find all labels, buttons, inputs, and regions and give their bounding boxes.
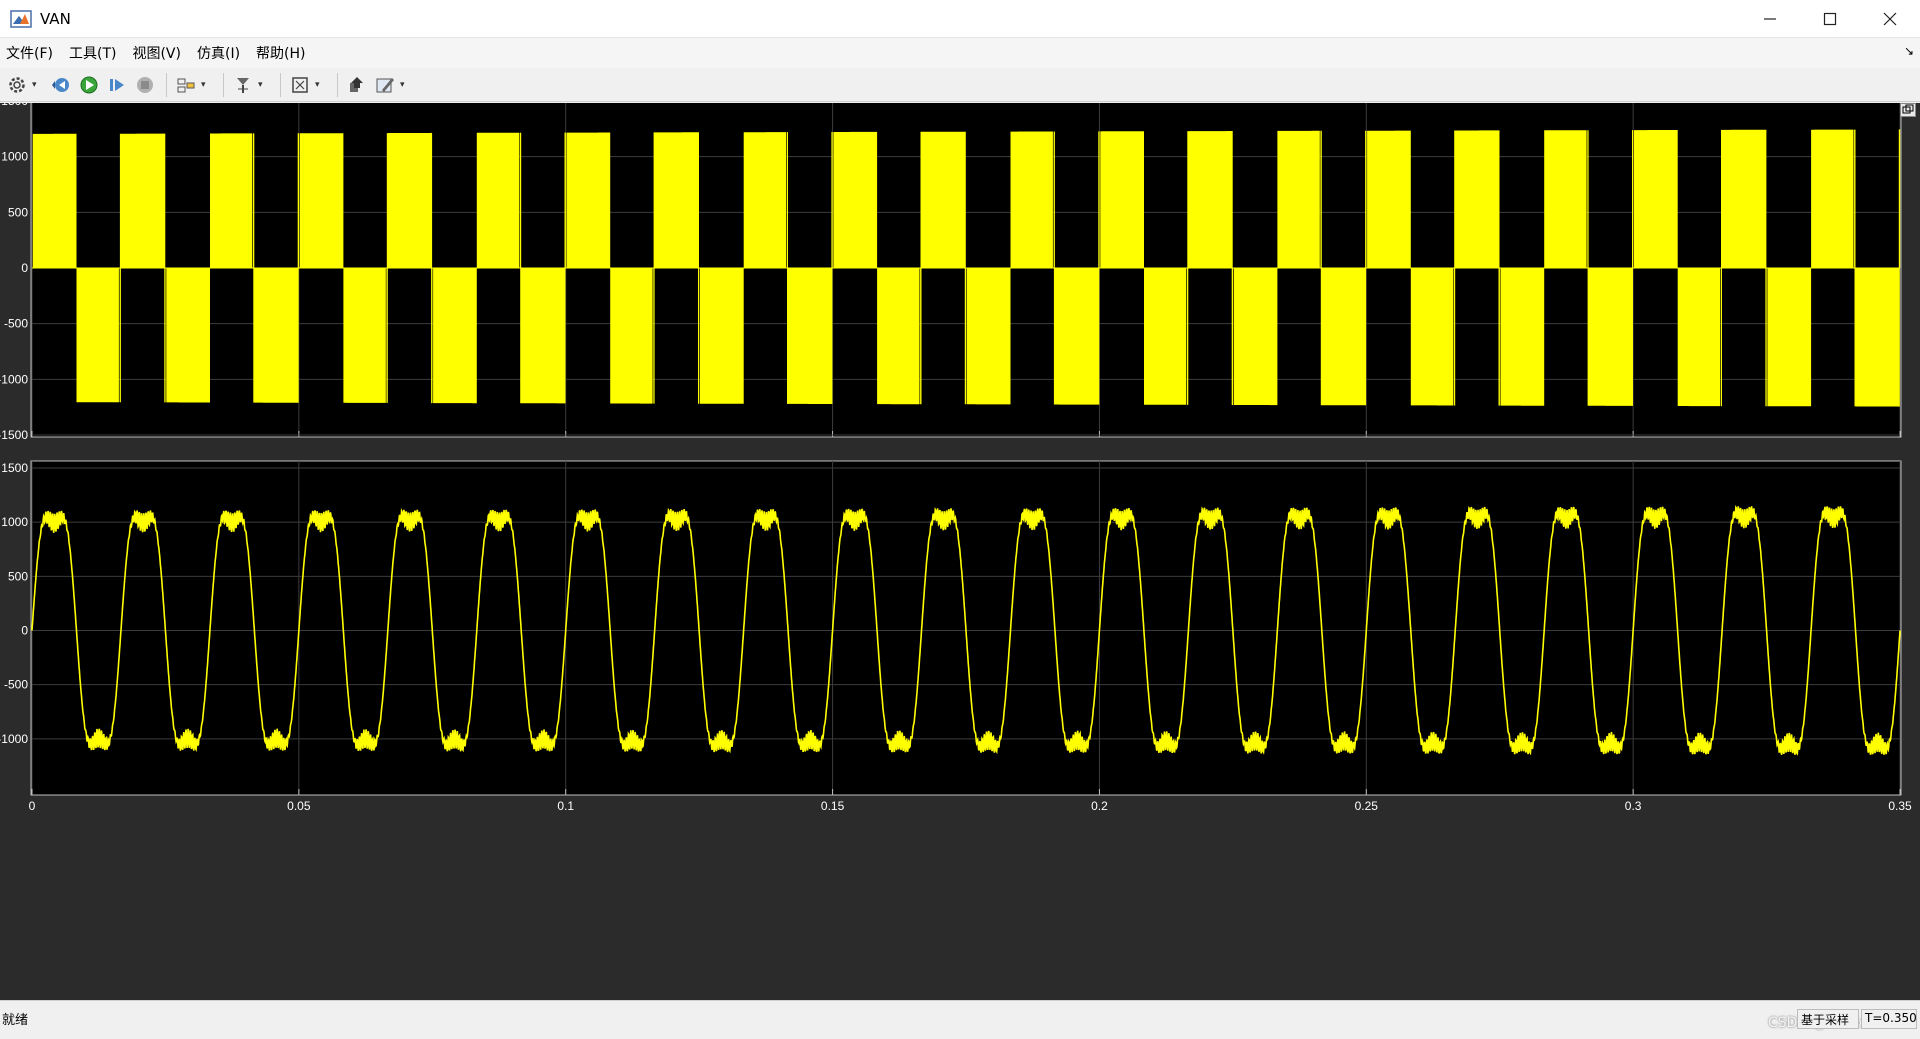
x-tick-label: 0.15 (821, 799, 845, 813)
window-controls (1740, 0, 1920, 38)
window-title: VAN (40, 9, 71, 28)
close-button[interactable] (1860, 0, 1920, 38)
maximize-button[interactable] (1800, 0, 1860, 38)
status-bar: 就绪 CSDN @aridoldran 基于采样 T=0.350 (0, 1000, 1920, 1039)
x-tick-label: 0.3 (1625, 799, 1642, 813)
zoom-fit-dropdown-icon[interactable]: ▾ (315, 80, 325, 90)
toolbar-separator (223, 72, 224, 97)
status-text: 就绪 (2, 1013, 29, 1028)
matlab-logo-icon (10, 9, 32, 28)
x-tick-label: 0 (29, 799, 36, 813)
bring-to-front-button[interactable] (344, 72, 370, 98)
stop-icon (137, 76, 153, 93)
maximize-icon (1823, 12, 1837, 26)
toolbar-separator (337, 72, 338, 97)
scope-plots[interactable]: -1500 -1000 -500 0 500 1000 1500 -1000 -500 0 500 1… (0, 93, 1920, 1000)
settings-dropdown-icon[interactable]: ▾ (32, 80, 42, 90)
scope-window: VAN 文件(F) 工具(T) 视图(V) 仿真(I) 帮助(H) ↘ ▾ ▾ … (0, 0, 1920, 1039)
trigger-button[interactable] (230, 72, 256, 98)
step-forward-icon (110, 78, 124, 91)
x-tick-label: 0.25 (1355, 799, 1379, 813)
style-dropdown-icon[interactable]: ▾ (400, 80, 410, 90)
trigger-icon (237, 77, 249, 93)
dock-icon[interactable]: ↘ (1904, 44, 1914, 58)
settings-button[interactable] (4, 72, 30, 98)
y-tick-label: 1000 (1, 150, 28, 164)
highlight-icon (177, 78, 195, 92)
minimize-button[interactable] (1740, 0, 1800, 38)
restore-icon (1902, 104, 1914, 114)
toolbar-separator (280, 72, 281, 97)
y-tick-label: 1500 (1, 103, 28, 108)
y-tick-label: -500 (4, 317, 28, 331)
step-back-icon (52, 77, 69, 92)
x-tick-label: 0.35 (1888, 799, 1912, 813)
close-icon (1883, 12, 1897, 26)
x-tick-label: 0.1 (557, 799, 574, 813)
y-tick-label: 500 (8, 569, 28, 583)
menu-view[interactable]: 视图(V) (132, 43, 181, 63)
y-tick-label: 1000 (1, 515, 28, 529)
run-button[interactable] (76, 72, 102, 98)
style-icon (376, 77, 394, 92)
time-readout: T=0.350 (1861, 1009, 1917, 1029)
restore-layout-button[interactable] (1900, 103, 1916, 117)
style-button[interactable] (372, 72, 398, 98)
step-back-button[interactable] (48, 72, 74, 98)
zoom-fit-button[interactable] (287, 72, 313, 98)
y-tick-label: -1000 (0, 372, 28, 386)
settings-icon (9, 76, 25, 93)
y-tick-label: -1500 (0, 428, 28, 442)
zoom-fit-icon (292, 76, 308, 93)
y-tick-label: 0 (21, 624, 28, 638)
run-icon (80, 76, 98, 93)
y-tick-label: 1500 (1, 461, 28, 475)
stop-button[interactable] (132, 72, 158, 98)
toolbar: ▾ ▾ ▾ ▾ ▾ (0, 68, 1920, 102)
y-tick-label: 0 (21, 261, 28, 275)
bring-to-front-icon (350, 76, 363, 92)
highlight-button[interactable] (173, 72, 199, 98)
menu-file[interactable]: 文件(F) (6, 43, 53, 63)
sample-mode-indicator: 基于采样 (1797, 1009, 1859, 1029)
highlight-dropdown-icon[interactable]: ▾ (201, 80, 211, 90)
scope-plot-area: -1500 -1000 -500 0 500 1000 1500 -1000 -500 0 500 1… (0, 93, 1920, 1000)
step-forward-button[interactable] (104, 72, 130, 98)
y-tick-label: -500 (4, 678, 28, 692)
y-tick-label: -1000 (0, 732, 28, 746)
menu-simulation[interactable]: 仿真(I) (197, 43, 240, 63)
menu-bar: 文件(F) 工具(T) 视图(V) 仿真(I) 帮助(H) ↘ (0, 38, 1920, 68)
x-tick-label: 0.2 (1091, 799, 1108, 813)
y-tick-label: 500 (8, 205, 28, 219)
menu-tools[interactable]: 工具(T) (69, 43, 116, 63)
menu-help[interactable]: 帮助(H) (256, 43, 305, 63)
x-tick-label: 0.05 (287, 799, 311, 813)
minimize-icon (1764, 18, 1776, 20)
title-bar[interactable]: VAN (0, 0, 1920, 38)
trigger-dropdown-icon[interactable]: ▾ (258, 80, 268, 90)
toolbar-separator (166, 72, 167, 97)
